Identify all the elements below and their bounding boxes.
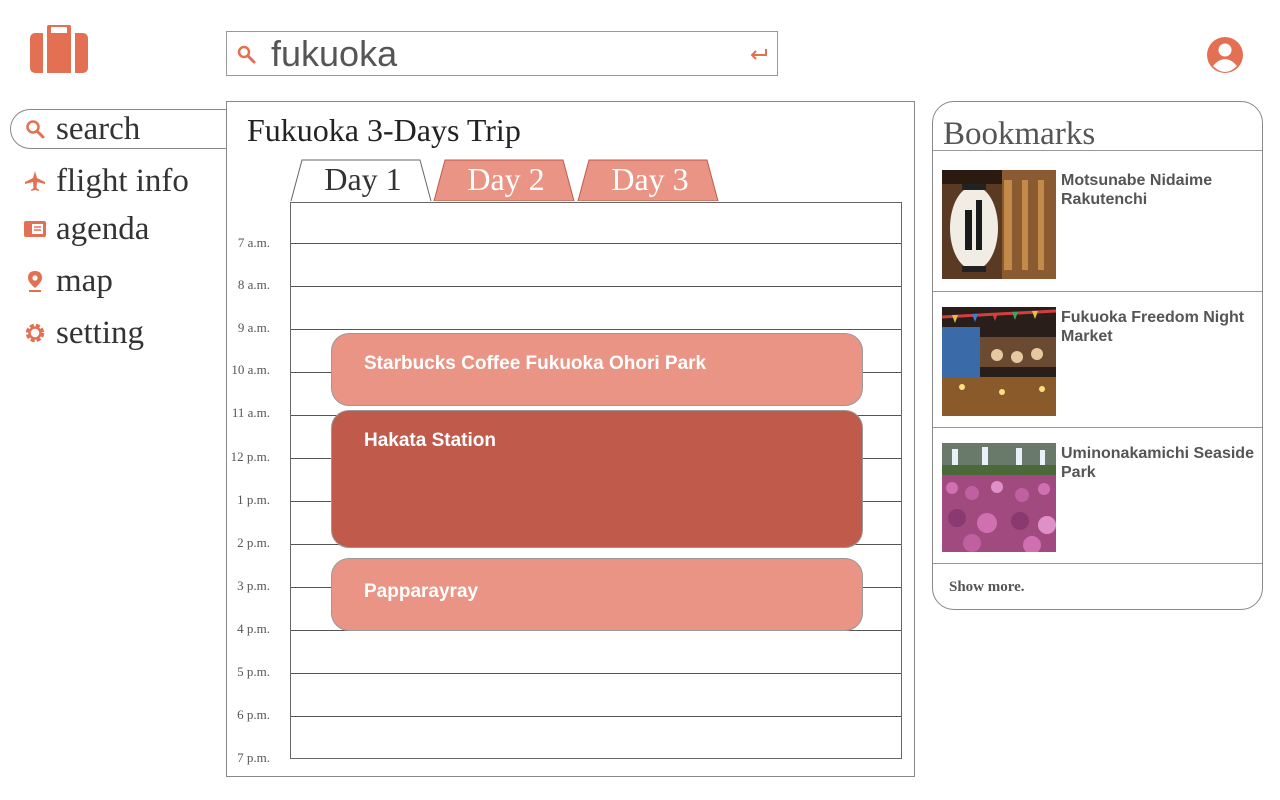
bookmark-name: Uminonakamichi Seaside Park — [1061, 445, 1254, 481]
hour-label: 11 a.m. — [231, 405, 270, 420]
event-card[interactable]: Papparayray — [331, 558, 863, 631]
hour-line — [291, 243, 901, 244]
hour-label: 7 p.m. — [237, 750, 270, 765]
bookmark-item[interactable]: Motsunabe Nidaime Rakutenchi — [933, 151, 1262, 286]
nav-item-label: map — [56, 262, 113, 299]
hour-label: 12 p.m. — [230, 449, 270, 464]
gear-icon — [24, 322, 46, 344]
nav-item-setting[interactable]: setting — [24, 312, 224, 354]
nav-item-agenda[interactable]: agenda — [24, 208, 224, 250]
enter-icon[interactable] — [749, 47, 769, 68]
hour-label: 8 a.m. — [237, 277, 270, 292]
bookmark-name: Motsunabe Nidaime Rakutenchi — [1061, 172, 1213, 208]
nav-item-label: agenda — [56, 210, 150, 247]
hour-label: 9 a.m. — [237, 320, 270, 335]
user-circle-icon[interactable] — [1206, 36, 1244, 74]
day-tabs: Day 1 Day 2 Day 3 — [287, 159, 727, 203]
tab-label: Day 2 — [467, 161, 545, 197]
schedule-grid: 7 a.m. 8 a.m. 9 a.m. 10 a.m. 11 a.m. 12 … — [231, 202, 902, 765]
nav-item-flight-info[interactable]: flight info — [24, 160, 224, 202]
event-card[interactable]: Hakata Station — [331, 410, 863, 548]
search-bar[interactable] — [226, 31, 778, 76]
agenda-panel: Fukuoka 3-Days Trip Day 1 Day 2 Day 3 7 … — [226, 101, 915, 777]
airplane-icon — [24, 170, 46, 192]
bookmark-item[interactable]: Uminonakamichi Seaside Park — [933, 424, 1262, 559]
hour-line — [291, 716, 901, 717]
hour-label: 6 p.m. — [237, 707, 270, 722]
nav-item-label: search — [56, 110, 141, 147]
hour-label: 3 p.m. — [237, 578, 270, 593]
page-title: Fukuoka 3-Days Trip — [247, 112, 521, 148]
search-icon — [24, 118, 46, 140]
event-card[interactable]: Starbucks Coffee Fukuoka Ohori Park — [331, 333, 863, 406]
bookmark-thumbnail — [942, 170, 1056, 279]
hour-line — [291, 286, 901, 287]
search-input[interactable] — [271, 35, 731, 73]
bookmarks-panel: Bookmarks Motsunabe Nidaime Rakutenchi F… — [932, 101, 1263, 610]
nav-item-search[interactable]: search — [24, 108, 224, 150]
bookmarks-title: Bookmarks — [943, 116, 1096, 152]
hour-label: 7 a.m. — [237, 235, 270, 250]
hour-label: 1 p.m. — [237, 492, 270, 507]
tab-label: Day 1 — [324, 161, 402, 197]
tab-day-1[interactable]: Day 1 — [290, 159, 436, 201]
event-title: Hakata Station — [364, 430, 496, 451]
bookmark-item[interactable]: Fukuoka Freedom Night Market — [933, 288, 1262, 423]
tab-day-3[interactable]: Day 3 — [577, 159, 723, 201]
hour-label: 10 a.m. — [231, 362, 270, 377]
hour-line — [291, 329, 901, 330]
bookmark-thumbnail — [942, 443, 1056, 552]
bookmark-name: Fukuoka Freedom Night Market — [1061, 309, 1245, 345]
nav-item-label: setting — [56, 314, 144, 351]
hour-label: 4 p.m. — [237, 621, 270, 636]
agenda-icon — [24, 218, 46, 240]
search-icon — [237, 45, 257, 70]
divider — [933, 563, 1262, 564]
briefcase-logo-icon[interactable] — [30, 23, 88, 73]
hour-label: 2 p.m. — [237, 535, 270, 550]
bookmark-thumbnail — [942, 307, 1056, 416]
tab-day-2[interactable]: Day 2 — [433, 159, 579, 201]
tab-label: Day 3 — [611, 161, 689, 197]
hour-line — [291, 673, 901, 674]
nav-item-map[interactable]: map — [24, 260, 224, 302]
nav-item-label: flight info — [56, 162, 189, 199]
event-title: Starbucks Coffee Fukuoka Ohori Park — [364, 353, 707, 374]
event-title: Papparayray — [364, 581, 479, 602]
hour-label: 5 p.m. — [237, 664, 270, 679]
show-more-link[interactable]: Show more. — [949, 579, 1025, 596]
map-pin-icon — [24, 270, 46, 292]
